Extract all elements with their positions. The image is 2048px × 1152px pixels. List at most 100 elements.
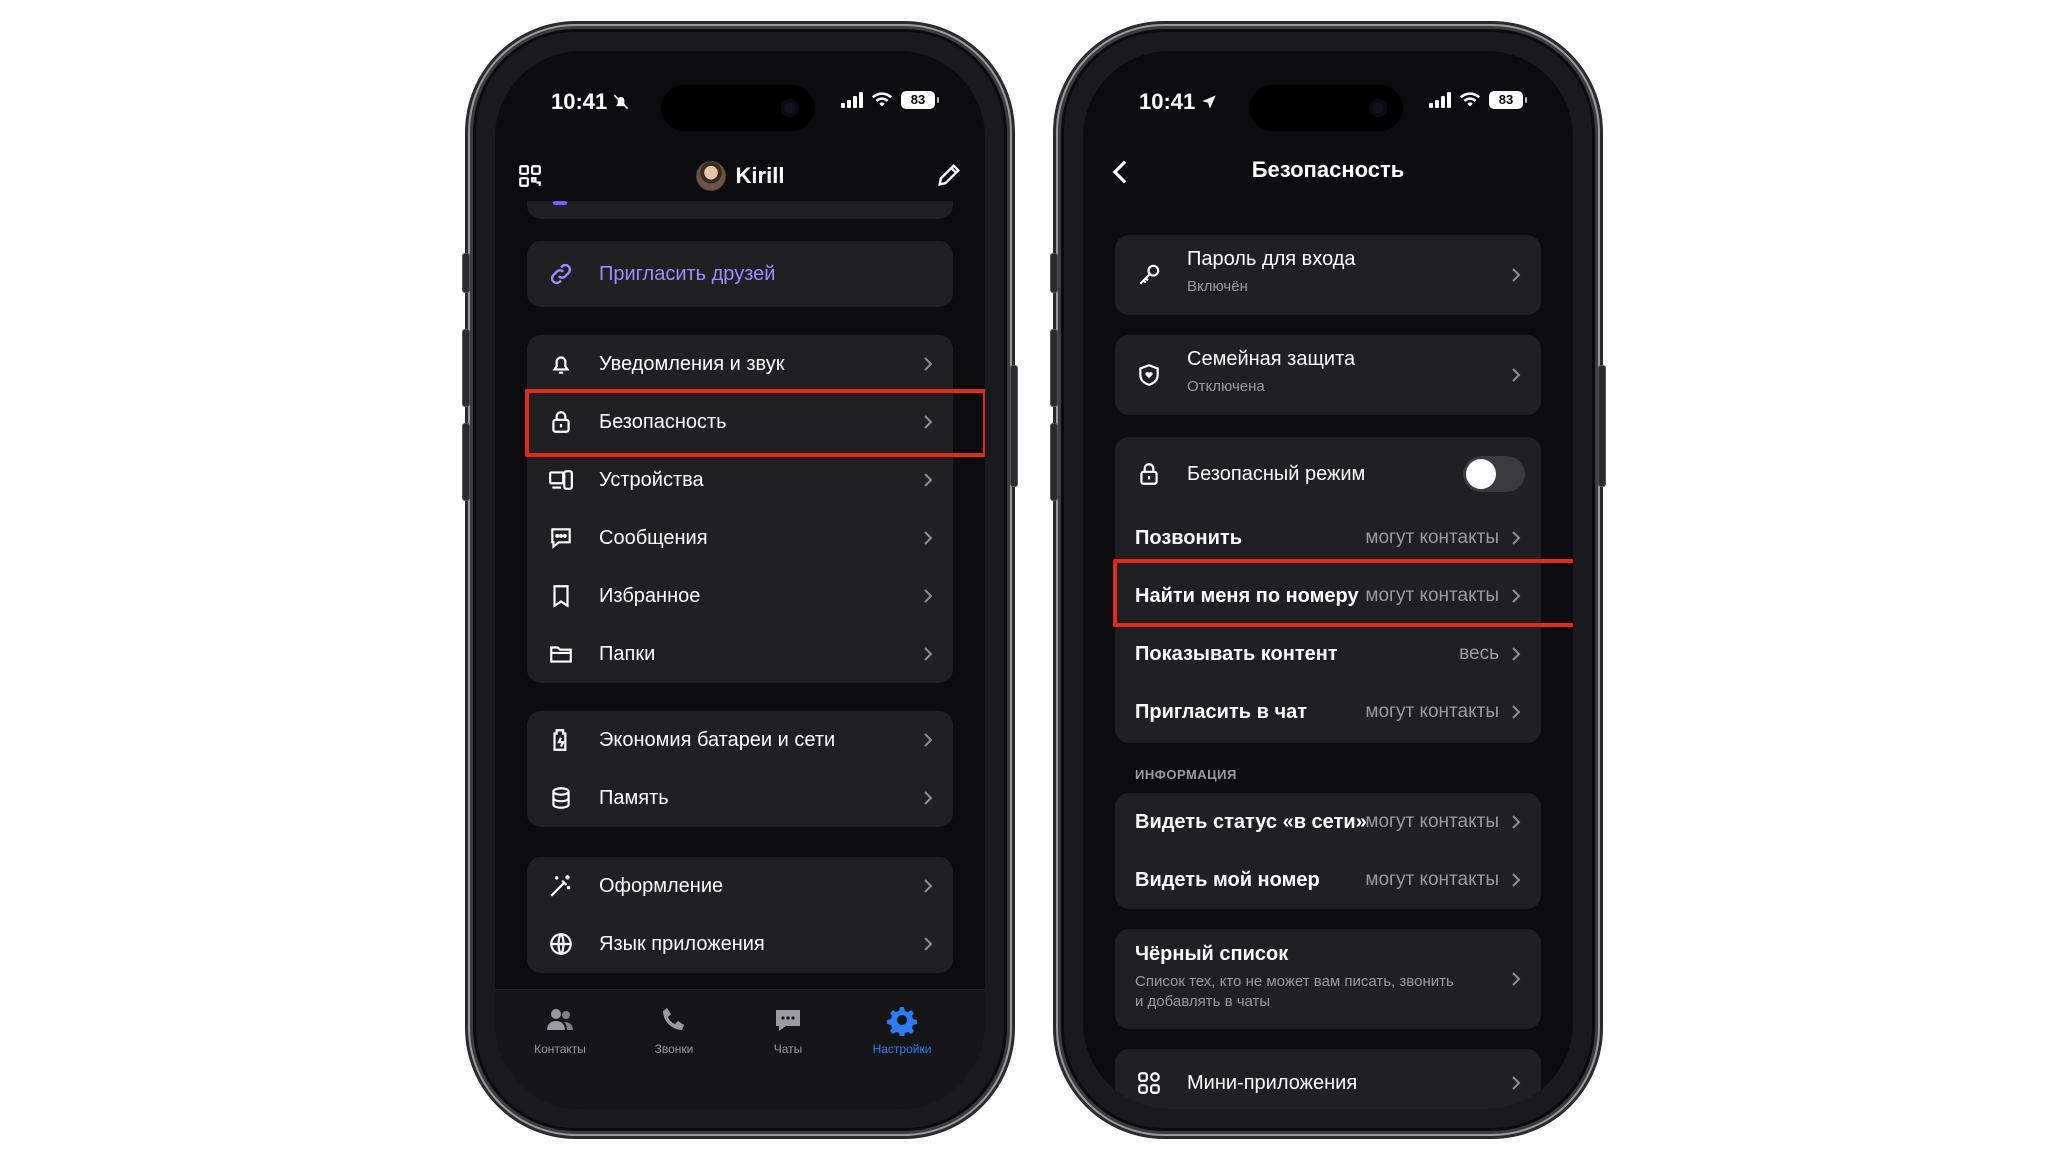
blacklist-card[interactable]: Чёрный список Список тех, кто не может в… xyxy=(1115,929,1541,1029)
privacy-label: Позвонить xyxy=(1135,526,1242,549)
chevron-right-icon xyxy=(1512,873,1521,887)
password-status: Включён xyxy=(1187,278,1248,295)
edit-pencil-icon[interactable] xyxy=(935,161,963,189)
tab-contacts[interactable]: Контакты xyxy=(505,1004,615,1056)
invite-card[interactable]: Пригласить друзей xyxy=(527,241,953,307)
password-card[interactable]: Пароль для входа Включён xyxy=(1115,235,1541,315)
safe-mode-toggle[interactable] xyxy=(1463,456,1525,492)
settings-item-storage[interactable]: Память xyxy=(527,769,953,827)
location-arrow-icon xyxy=(1202,95,1216,109)
info-label: Видеть мой номер xyxy=(1135,868,1320,891)
settings-item-appearance[interactable]: Оформление xyxy=(527,857,953,915)
chevron-right-icon xyxy=(924,357,933,371)
password-row[interactable]: Пароль для входа Включён xyxy=(1115,246,1541,304)
invite-friends-label: Пригласить друзей xyxy=(599,262,776,285)
privacy-value: могут контакты xyxy=(1365,701,1499,722)
settings-item-label: Экономия батареи и сети xyxy=(599,728,836,751)
chevron-right-icon xyxy=(1512,705,1521,719)
security-header: Безопасность xyxy=(1083,147,1573,197)
settings-screen: 10:41 83 Kirill Пригласить друзей Уведом… xyxy=(495,51,985,1109)
family-protection-row[interactable]: Семейная защита Отключена xyxy=(1115,346,1541,404)
privacy-item-show-content[interactable]: Показывать контент весь xyxy=(1115,625,1541,683)
chevron-right-icon xyxy=(924,589,933,603)
safe-mode-row[interactable]: Безопасный режим xyxy=(1115,445,1541,503)
security-screen: 10:41 83 Безопасность Пароль для входа В… xyxy=(1083,51,1573,1109)
devices-icon xyxy=(549,470,573,490)
settings-item-label: Папки xyxy=(599,642,656,665)
chevron-right-icon xyxy=(1512,972,1521,986)
battery-saver-icon xyxy=(553,729,567,751)
status-time: 10:41 xyxy=(551,89,631,115)
mini-apps-card[interactable]: Мини-приложения xyxy=(1115,1049,1541,1109)
status-time: 10:41 xyxy=(1139,89,1219,115)
settings-item-folders[interactable]: Папки xyxy=(527,625,953,683)
info-item-online-status[interactable]: Видеть статус «в сети» могут контакты xyxy=(1115,793,1541,851)
shield-heart-icon xyxy=(1139,364,1159,386)
info-value: могут контакты xyxy=(1365,811,1499,832)
chat-icon xyxy=(776,1010,800,1031)
privacy-item-invite-chat[interactable]: Пригласить в чат могут контакты xyxy=(1115,683,1541,741)
highlight-find-by-number xyxy=(1113,559,1573,627)
signal-icon xyxy=(841,92,863,108)
settings-item-label: Уведомления и звук xyxy=(599,352,785,375)
dynamic-island xyxy=(1249,85,1403,131)
settings-item-battery-saver[interactable]: Экономия батареи и сети xyxy=(527,711,953,769)
blacklist-description: Список тех, кто не может вам писать, зво… xyxy=(1135,973,1454,990)
settings-item-notifications[interactable]: Уведомления и звук xyxy=(527,335,953,393)
settings-item-favorites[interactable]: Избранное xyxy=(527,567,953,625)
settings-item-language[interactable]: Язык приложения xyxy=(527,915,953,973)
avatar[interactable] xyxy=(695,161,726,191)
battery-icon: 83 xyxy=(1489,91,1527,109)
chevron-right-icon xyxy=(1512,268,1521,282)
chevron-right-icon xyxy=(924,879,933,893)
wifi-icon xyxy=(1459,92,1481,107)
family-label: Семейная защита xyxy=(1187,348,1356,370)
tab-calls[interactable]: Звонки xyxy=(619,1004,729,1056)
signal-icon xyxy=(1429,92,1451,108)
status-bar: 10:41 83 xyxy=(495,85,985,131)
tab-bar: Контакты Звонки Чаты Настройки xyxy=(495,989,985,1109)
tab-settings[interactable]: Настройки xyxy=(847,1004,957,1056)
settings-group-resources: Экономия батареи и сети Память xyxy=(527,711,953,827)
settings-item-label: Устройства xyxy=(599,468,704,491)
chevron-right-icon xyxy=(924,791,933,805)
tab-chats[interactable]: Чаты xyxy=(733,1004,843,1056)
magic-wand-icon xyxy=(550,875,571,897)
settings-item-label: Сообщения xyxy=(599,526,708,549)
settings-group-main: Уведомления и звук Безопасность Устройст… xyxy=(527,335,953,683)
settings-header: Kirill xyxy=(495,151,985,201)
safe-mode-label: Безопасный режим xyxy=(1187,462,1366,485)
settings-item-messages[interactable]: Сообщения xyxy=(527,509,953,567)
chevron-right-icon xyxy=(924,937,933,951)
family-card[interactable]: Семейная защита Отключена xyxy=(1115,335,1541,415)
settings-item-devices[interactable]: Устройства xyxy=(527,451,953,509)
info-item-my-number[interactable]: Видеть мой номер могут контакты xyxy=(1115,851,1541,909)
privacy-value: могут контакты xyxy=(1365,527,1499,548)
privacy-label: Показывать контент xyxy=(1135,642,1338,665)
phone-icon xyxy=(663,1008,684,1030)
globe-icon xyxy=(550,933,572,955)
settings-item-label: Память xyxy=(599,786,669,809)
contacts-icon xyxy=(547,1009,573,1030)
settings-item-label: Язык приложения xyxy=(599,932,765,955)
bookmark-icon xyxy=(553,585,569,608)
privacy-value: весь xyxy=(1459,643,1499,664)
chevron-right-icon xyxy=(924,473,933,487)
key-icon xyxy=(1139,264,1160,285)
cut-off-card xyxy=(527,201,953,219)
blacklist-label: Чёрный список xyxy=(1135,943,1289,965)
mini-apps-label: Мини-приложения xyxy=(1187,1071,1358,1094)
chevron-right-icon xyxy=(1512,815,1521,829)
mini-apps-row[interactable]: Мини-приложения xyxy=(1115,1054,1541,1109)
dynamic-island xyxy=(661,85,815,131)
invite-friends-row[interactable]: Пригласить друзей xyxy=(527,245,953,303)
blacklist-description: и добавлять в чаты xyxy=(1135,993,1271,1010)
chevron-right-icon xyxy=(1512,1076,1521,1090)
password-label: Пароль для входа xyxy=(1187,248,1356,270)
settings-item-label: Оформление xyxy=(599,874,724,897)
settings-group-appearance: Оформление Язык приложения xyxy=(527,857,953,973)
database-icon xyxy=(552,787,570,809)
grid-apps-icon xyxy=(1138,1072,1160,1094)
family-status: Отключена xyxy=(1187,378,1265,395)
profile-title[interactable]: Kirill xyxy=(495,161,985,191)
